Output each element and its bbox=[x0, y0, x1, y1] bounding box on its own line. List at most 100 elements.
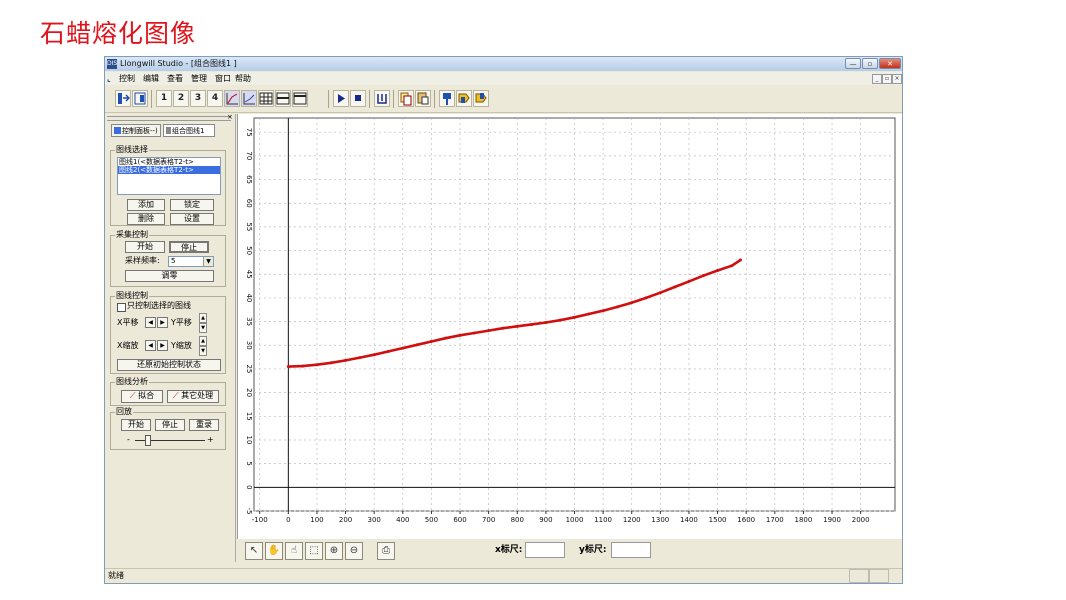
curve-list[interactable]: 图线1(<数据表格T2-t> 图线2(<数据表格T2-t> bbox=[117, 157, 221, 195]
data-point bbox=[530, 322, 534, 326]
y-tick-label: 10 bbox=[245, 436, 253, 445]
paste-icon[interactable] bbox=[415, 90, 431, 107]
x-tick-label: 1700 bbox=[766, 516, 784, 524]
data-point bbox=[558, 318, 562, 322]
export-icon[interactable] bbox=[132, 90, 148, 107]
menu-help[interactable]: 帮助 bbox=[235, 72, 251, 85]
tab-combined-graph[interactable]: 组合图线1 bbox=[163, 124, 215, 137]
zero-button[interactable]: 调零 bbox=[125, 270, 214, 282]
y-scale-field[interactable] bbox=[611, 542, 651, 558]
x-tick-label: 1800 bbox=[795, 516, 813, 524]
data-point bbox=[301, 364, 305, 368]
menu-view[interactable]: 查看 bbox=[167, 72, 183, 85]
restore-button[interactable]: ▫ bbox=[862, 58, 878, 69]
x-tick-label: 900 bbox=[539, 516, 552, 524]
curve-list-item[interactable]: 图线1(<数据表格T2-t> bbox=[118, 158, 220, 166]
y-tick-label: 5 bbox=[245, 461, 253, 465]
copy-icon[interactable] bbox=[398, 90, 414, 107]
data-point bbox=[630, 301, 634, 305]
print-icon[interactable]: ⎙ bbox=[377, 542, 395, 560]
panel-tab-icon bbox=[114, 127, 121, 134]
only-selected-checkbox[interactable] bbox=[117, 303, 126, 312]
menu-edit[interactable]: 编辑 bbox=[143, 72, 159, 85]
y-zoom-down-button[interactable]: ▼ bbox=[199, 346, 207, 356]
sample-rate-select[interactable]: 5 ▼ bbox=[168, 256, 214, 267]
start-acquisition-button[interactable]: 开始 bbox=[125, 241, 165, 253]
zoom-out-icon[interactable]: ⊖ bbox=[345, 542, 363, 560]
add-button[interactable]: 添加 bbox=[127, 199, 165, 211]
menu-control[interactable]: 控制 bbox=[119, 72, 135, 85]
align-icon[interactable] bbox=[374, 90, 390, 107]
replay-button[interactable]: 重录 bbox=[189, 419, 219, 431]
graph-alt-icon[interactable] bbox=[241, 90, 257, 107]
menu-window[interactable]: 窗口 bbox=[215, 72, 231, 85]
y-tick-label: 35 bbox=[245, 317, 253, 326]
x-tick-label: 1400 bbox=[680, 516, 698, 524]
tab-control-panel[interactable]: 控制面板--) bbox=[111, 124, 161, 137]
minimize-button[interactable]: — bbox=[845, 58, 861, 69]
y-pan-down-button[interactable]: ▼ bbox=[199, 323, 207, 333]
view-2-button[interactable]: 2 bbox=[173, 90, 189, 107]
status-text: 就绪 bbox=[108, 571, 124, 580]
pointer-icon[interactable]: ↖ bbox=[245, 542, 263, 560]
playback-start-button[interactable]: 开始 bbox=[121, 419, 151, 431]
graph-icon[interactable] bbox=[224, 90, 240, 107]
import-icon[interactable] bbox=[115, 90, 131, 107]
zoom-in-icon[interactable]: ⊕ bbox=[325, 542, 343, 560]
hand-icon[interactable]: ✋ bbox=[265, 542, 283, 560]
split-h-icon[interactable] bbox=[275, 90, 291, 107]
data-point bbox=[701, 274, 705, 278]
x-pan-right-button[interactable]: ▶ bbox=[157, 317, 168, 328]
plot-area[interactable]: -100 0 100 200 300 400 500 600 700 800 900 1000 1100… bbox=[237, 114, 903, 562]
fit-button[interactable]: ⟋ 拟合 bbox=[121, 390, 163, 403]
pan-hand-icon[interactable]: ☝ bbox=[285, 542, 303, 560]
control-panel: × 控制面板--) 组合图线1 图线选择 图线1(<数据表格T2-t> 图线2(… bbox=[107, 113, 236, 562]
close-button[interactable]: ✕ bbox=[879, 58, 901, 69]
app-menu-icon[interactable]: ⌞ bbox=[107, 72, 111, 85]
x-zoom-right-button[interactable]: ▶ bbox=[157, 340, 168, 351]
window-title: Llongwill Studio - [组合图线1 ] bbox=[120, 59, 237, 68]
data-point bbox=[444, 336, 448, 340]
x-scale-field[interactable] bbox=[525, 542, 565, 558]
select-area-icon[interactable]: ⬚ bbox=[305, 542, 323, 560]
x-pan-left-button[interactable]: ◀ bbox=[145, 317, 156, 328]
x-pan-label: X平移 bbox=[117, 318, 139, 327]
reset-control-button[interactable]: 还原初始控制状态 bbox=[117, 359, 221, 371]
x-tick-label: 0 bbox=[286, 516, 290, 524]
playback-slider-thumb[interactable] bbox=[145, 435, 151, 446]
data-point bbox=[716, 268, 720, 272]
other-processing-button[interactable]: ⟋ 其它处理 bbox=[167, 390, 219, 403]
menu-manage[interactable]: 管理 bbox=[191, 72, 207, 85]
status-pane-1 bbox=[849, 569, 869, 583]
marker-icon[interactable] bbox=[439, 90, 455, 107]
y-tick-label: 15 bbox=[245, 412, 253, 421]
chart-svg[interactable]: -100 0 100 200 300 400 500 600 700 800 900 1000 1100… bbox=[238, 114, 903, 539]
playback-stop-button[interactable]: 停止 bbox=[155, 419, 185, 431]
delete-button[interactable]: 删除 bbox=[127, 213, 165, 225]
stop-square-icon[interactable] bbox=[350, 90, 366, 107]
panel-close-icon[interactable]: × bbox=[227, 113, 233, 121]
export-data-icon[interactable] bbox=[456, 90, 472, 107]
x-zoom-left-button[interactable]: ◀ bbox=[145, 340, 156, 351]
settings-button[interactable]: 设置 bbox=[170, 213, 214, 225]
play-icon[interactable] bbox=[333, 90, 349, 107]
split-v-icon[interactable] bbox=[292, 90, 308, 107]
x-tick-label: 1300 bbox=[651, 516, 669, 524]
mdi-close-button[interactable]: × bbox=[892, 74, 902, 84]
import-data-icon[interactable] bbox=[473, 90, 489, 107]
view-4-button[interactable]: 4 bbox=[207, 90, 223, 107]
stop-acquisition-button[interactable]: 停止 bbox=[169, 241, 209, 253]
mdi-minimize-button[interactable]: _ bbox=[872, 74, 882, 84]
mdi-restore-button[interactable]: ▫ bbox=[882, 74, 892, 84]
data-point bbox=[315, 363, 319, 367]
view-3-button[interactable]: 3 bbox=[190, 90, 206, 107]
view-1-button[interactable]: 1 bbox=[156, 90, 172, 107]
menu-bar: ⌞ 控制 编辑 查看 管理 窗口 帮助 bbox=[105, 72, 902, 85]
y-pan-up-button[interactable]: ▲ bbox=[199, 313, 207, 323]
lock-button[interactable]: 锁定 bbox=[170, 199, 214, 211]
data-point bbox=[573, 315, 576, 319]
table-icon[interactable] bbox=[258, 90, 274, 107]
curve-list-item-selected[interactable]: 图线2(<数据表格T2-t> bbox=[118, 166, 220, 174]
y-zoom-up-button[interactable]: ▲ bbox=[199, 336, 207, 346]
other-processing-label: 其它处理 bbox=[181, 391, 214, 400]
